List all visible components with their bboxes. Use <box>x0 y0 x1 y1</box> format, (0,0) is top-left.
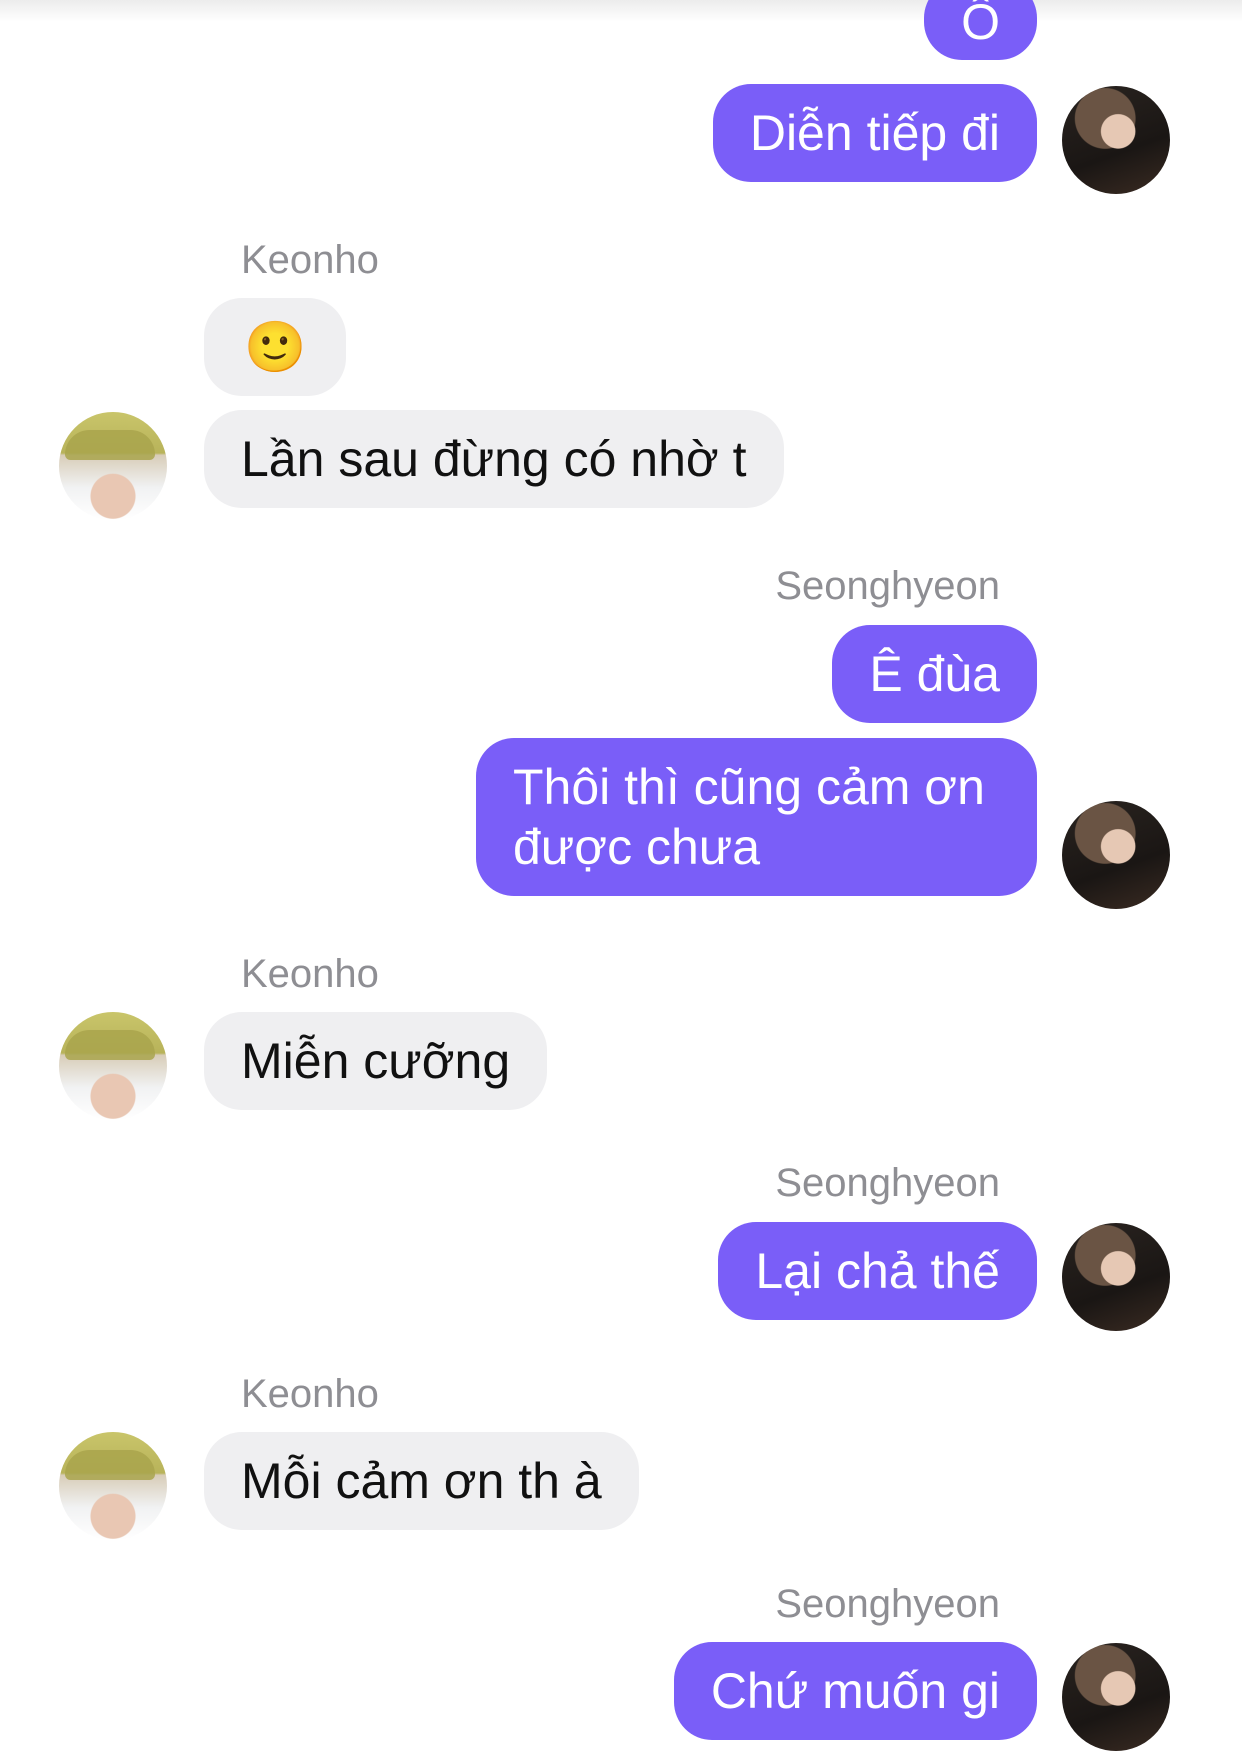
avatar-seonghyeon[interactable] <box>1062 801 1170 909</box>
sender-name: Keonho <box>241 952 379 996</box>
sender-name: Keonho <box>241 1372 379 1416</box>
avatar-keonho[interactable] <box>59 412 167 520</box>
message-bubble-outgoing[interactable]: Lại chả thế <box>718 1222 1037 1320</box>
message-bubble-incoming[interactable]: Mỗi cảm ơn th à <box>204 1432 639 1530</box>
top-fade <box>0 0 1242 22</box>
avatar-seonghyeon[interactable] <box>1062 1643 1170 1751</box>
avatar-seonghyeon[interactable] <box>1062 86 1170 194</box>
avatar-keonho[interactable] <box>59 1012 167 1120</box>
message-bubble-outgoing[interactable]: Chứ muốn gi <box>673 1642 1037 1740</box>
message-bubble-incoming[interactable]: Miễn cưỡng <box>204 1012 548 1110</box>
sender-name: Seonghyeon <box>775 564 1000 608</box>
sender-name: Seonghyeon <box>775 1161 1000 1205</box>
message-bubble-outgoing[interactable]: Diễn tiếp đi <box>712 84 1037 182</box>
sender-name: Keonho <box>241 238 379 282</box>
sender-name: Seonghyeon <box>775 1582 1000 1626</box>
message-bubble-outgoing[interactable]: Thôi thì cũng cảm ơn được chưa <box>476 738 1037 896</box>
message-bubble-outgoing[interactable]: Ô <box>924 0 1037 60</box>
message-bubble-incoming[interactable]: 🙂 <box>204 298 347 396</box>
avatar-keonho[interactable] <box>59 1432 167 1540</box>
message-bubble-incoming[interactable]: Lần sau đừng có nhờ t <box>204 410 784 508</box>
message-bubble-outgoing[interactable]: Ê đùa <box>832 625 1037 723</box>
avatar-seonghyeon[interactable] <box>1062 1223 1170 1331</box>
